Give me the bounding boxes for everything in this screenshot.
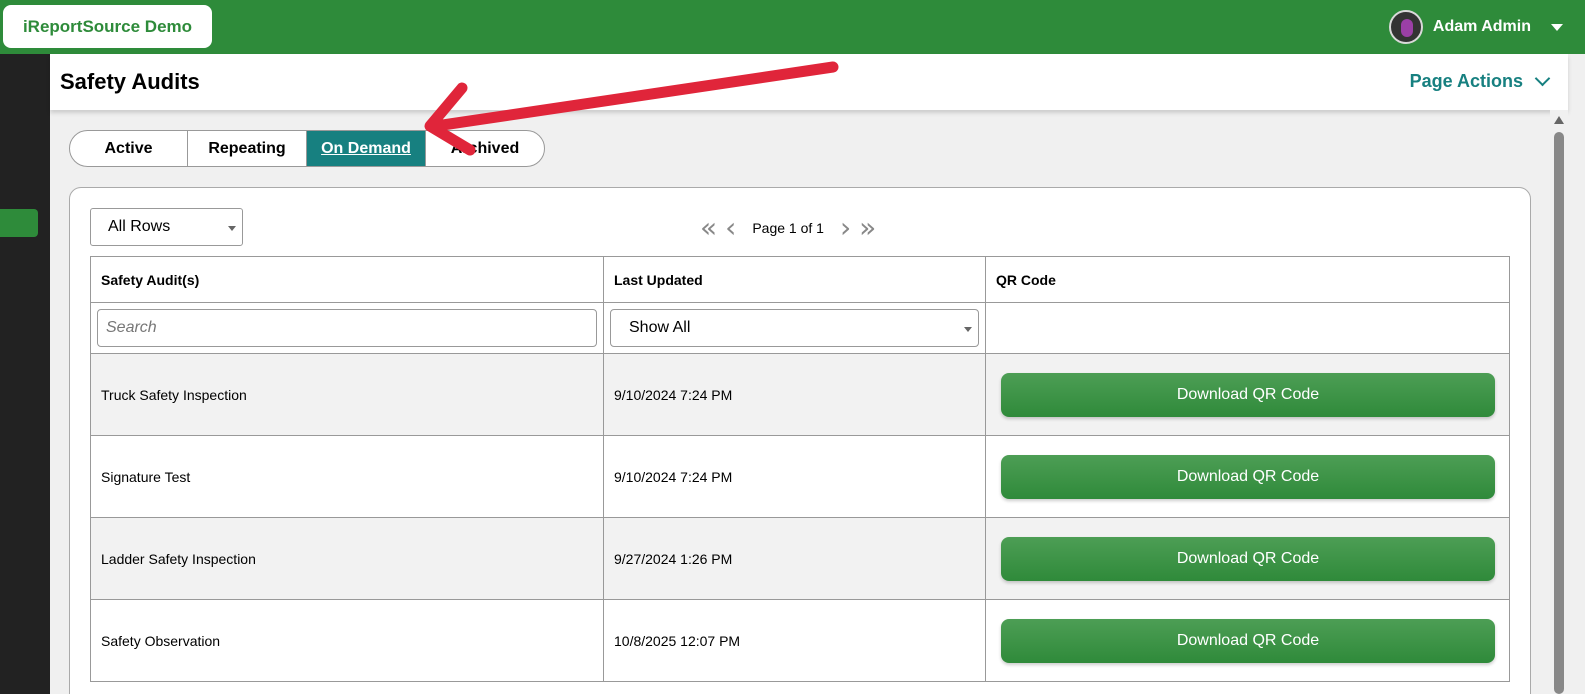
table-row: Truck Safety Inspection 9/10/2024 7:24 P…	[90, 353, 1510, 436]
top-bar: iReportSource Demo Adam Admin	[0, 0, 1585, 54]
page-actions-button[interactable]: Page Actions	[1410, 70, 1551, 92]
filter-row: Show All	[90, 302, 1510, 354]
updated-filter-select[interactable]: Show All	[610, 309, 979, 347]
empty-filter-cell	[985, 302, 1510, 354]
rows-per-page-value: All Rows	[108, 218, 171, 235]
audit-name: Signature Test	[90, 435, 604, 518]
table-row: Safety Observation 10/8/2025 12:07 PM Do…	[90, 599, 1510, 682]
audit-name: Truck Safety Inspection	[90, 353, 604, 436]
first-page-icon[interactable]: «	[700, 214, 717, 242]
caret-down-icon	[228, 226, 236, 231]
tab-active[interactable]: Active	[70, 131, 188, 166]
last-updated: 9/27/2024 1:26 PM	[603, 517, 986, 600]
column-header-qr[interactable]: QR Code	[985, 256, 1510, 303]
page-actions-label[interactable]: Page Actions	[1410, 71, 1523, 92]
status-tabs: Active Repeating On Demand Archived	[69, 130, 545, 167]
column-header-updated[interactable]: Last Updated	[603, 256, 986, 303]
brand-logo[interactable]: iReportSource Demo	[3, 5, 212, 48]
tab-on-demand[interactable]: On Demand	[307, 131, 426, 166]
pagination: « ‹ Page 1 of 1 › »	[700, 212, 876, 244]
updated-filter-value: Show All	[629, 319, 691, 336]
page-header: Safety Audits Page Actions	[50, 54, 1568, 110]
table-row: Signature Test 9/10/2024 7:24 PM Downloa…	[90, 435, 1510, 518]
audits-table: Safety Audit(s) Last Updated QR Code Sho…	[90, 256, 1510, 682]
page-indicator: Page 1 of 1	[752, 220, 824, 236]
audit-name: Safety Observation	[90, 599, 604, 682]
avatar[interactable]	[1388, 10, 1423, 44]
next-page-icon[interactable]: ›	[840, 214, 851, 242]
download-qr-button[interactable]: Download QR Code	[1001, 454, 1495, 499]
last-updated: 9/10/2024 7:24 PM	[603, 435, 986, 518]
search-input[interactable]	[97, 309, 597, 347]
last-page-icon[interactable]: »	[859, 214, 876, 242]
scroll-thumb[interactable]	[1554, 132, 1564, 694]
audit-name: Ladder Safety Inspection	[90, 517, 604, 600]
tab-repeating[interactable]: Repeating	[188, 131, 307, 166]
rows-per-page-select[interactable]: All Rows	[90, 208, 243, 246]
caret-down-icon	[964, 327, 972, 332]
download-qr-button[interactable]: Download QR Code	[1001, 536, 1495, 581]
scroll-up-icon[interactable]	[1554, 116, 1564, 124]
sidebar-active-indicator[interactable]	[0, 209, 38, 237]
user-name[interactable]: Adam Admin	[1433, 18, 1531, 36]
last-updated: 9/10/2024 7:24 PM	[603, 353, 986, 436]
chevron-down-icon[interactable]	[1551, 23, 1563, 31]
tab-archived[interactable]: Archived	[426, 131, 544, 166]
table-row: Ladder Safety Inspection 9/27/2024 1:26 …	[90, 517, 1510, 600]
column-header-audit[interactable]: Safety Audit(s)	[90, 256, 604, 303]
prev-page-icon[interactable]: ‹	[725, 214, 736, 242]
chevron-down-icon[interactable]	[1534, 70, 1551, 87]
page-title: Safety Audits	[60, 69, 200, 94]
download-qr-button[interactable]: Download QR Code	[1001, 372, 1495, 417]
sidebar	[0, 54, 50, 694]
user-menu[interactable]: Adam Admin	[1388, 10, 1563, 44]
download-qr-button[interactable]: Download QR Code	[1001, 618, 1495, 663]
scrollbar[interactable]	[1550, 110, 1568, 694]
last-updated: 10/8/2025 12:07 PM	[603, 599, 986, 682]
